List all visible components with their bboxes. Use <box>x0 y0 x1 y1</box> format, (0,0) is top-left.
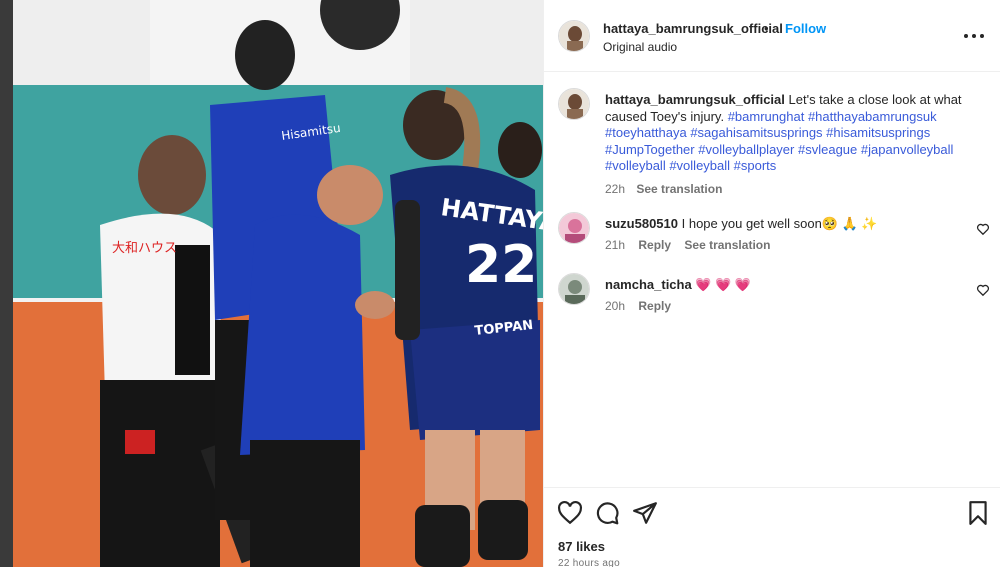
follow-button[interactable]: Follow <box>785 21 826 36</box>
post-actions-bar: 87 likes 22 hours ago <box>544 487 1000 567</box>
see-translation-link[interactable]: See translation <box>684 238 770 252</box>
heart-icon[interactable] <box>976 283 990 297</box>
comment-time: 20h <box>605 299 626 313</box>
hashtag[interactable]: #japanvolleyball <box>861 142 954 157</box>
hashtag[interactable]: #JumpTogether <box>605 142 695 157</box>
comment-body: 💗 💗 💗 <box>695 277 752 292</box>
caption-meta: 22h See translation <box>605 181 1000 198</box>
hashtag[interactable]: #bamrunghat <box>728 109 805 124</box>
comment-item: suzu580510 I hope you get well soon🥺 🙏 ✨… <box>558 212 998 272</box>
referee-badge-text: 大和ハウス <box>112 241 177 256</box>
hashtag[interactable]: #volleyballplayer <box>698 142 794 157</box>
author-avatar[interactable] <box>558 20 590 52</box>
comment-time: 21h <box>605 238 626 252</box>
hashtag[interactable]: #svleague <box>798 142 857 157</box>
likes-count[interactable]: 87 likes <box>558 539 605 554</box>
hashtag[interactable]: #hisamitsusprings <box>826 125 930 140</box>
post-timestamp: 22 hours ago <box>558 558 620 567</box>
separator-dot: • <box>764 21 769 36</box>
post-media[interactable]: 大和ハウス Hisamitsu HATTAYA 22 TOPPAN <box>0 0 543 567</box>
reply-button[interactable]: Reply <box>638 238 671 252</box>
hashtag[interactable]: #sports <box>734 158 777 173</box>
like-heart-icon[interactable] <box>557 500 583 526</box>
comment-body: I hope you get well soon🥺 🙏 ✨ <box>681 216 878 231</box>
author-username[interactable]: hattaya_bamrungsuk_official <box>603 21 783 36</box>
comment-username[interactable]: suzu580510 <box>605 216 678 231</box>
hashtag[interactable]: #volleyball <box>605 158 666 173</box>
hashtag[interactable]: #toeyhatthaya <box>605 125 687 140</box>
audio-label[interactable]: Original audio <box>603 40 677 54</box>
comment-meta: 21h Reply See translation <box>605 238 780 252</box>
comment-icon[interactable] <box>594 500 620 526</box>
see-translation-link[interactable]: See translation <box>636 182 722 196</box>
post-detail-panel: hattaya_bamrungsuk_official • Follow Ori… <box>543 0 1000 567</box>
caption-author-avatar[interactable] <box>558 88 590 120</box>
reply-button[interactable]: Reply <box>638 299 671 313</box>
comment-item: namcha_ticha 💗 💗 💗 20h Reply <box>558 273 998 333</box>
commenter-avatar[interactable] <box>558 273 590 305</box>
caption-text-block: hattaya_bamrungsuk_official Let's take a… <box>605 92 1000 197</box>
commenter-avatar[interactable] <box>558 212 590 244</box>
hashtag[interactable]: #hatthayabamrungsuk <box>808 109 937 124</box>
comment-text: namcha_ticha 💗 💗 💗 <box>605 277 751 293</box>
more-options-icon[interactable] <box>964 26 988 46</box>
comment-text: suzu580510 I hope you get well soon🥺 🙏 ✨ <box>605 216 878 232</box>
bookmark-icon[interactable] <box>965 500 991 526</box>
comment-username[interactable]: namcha_ticha <box>605 277 692 292</box>
share-icon[interactable] <box>632 500 658 526</box>
hashtag[interactable]: #volleyball <box>669 158 730 173</box>
jersey-number: 22 <box>465 235 537 295</box>
post-header: hattaya_bamrungsuk_official • Follow Ori… <box>544 0 1000 72</box>
heart-icon[interactable] <box>976 222 990 236</box>
caption-time: 22h <box>605 181 626 196</box>
video-frame: 大和ハウス Hisamitsu HATTAYA 22 TOPPAN <box>0 0 543 567</box>
comment-meta: 20h Reply <box>605 299 681 313</box>
caption-username[interactable]: hattaya_bamrungsuk_official <box>605 92 785 107</box>
hashtag[interactable]: #sagahisamitsusprings <box>690 125 822 140</box>
